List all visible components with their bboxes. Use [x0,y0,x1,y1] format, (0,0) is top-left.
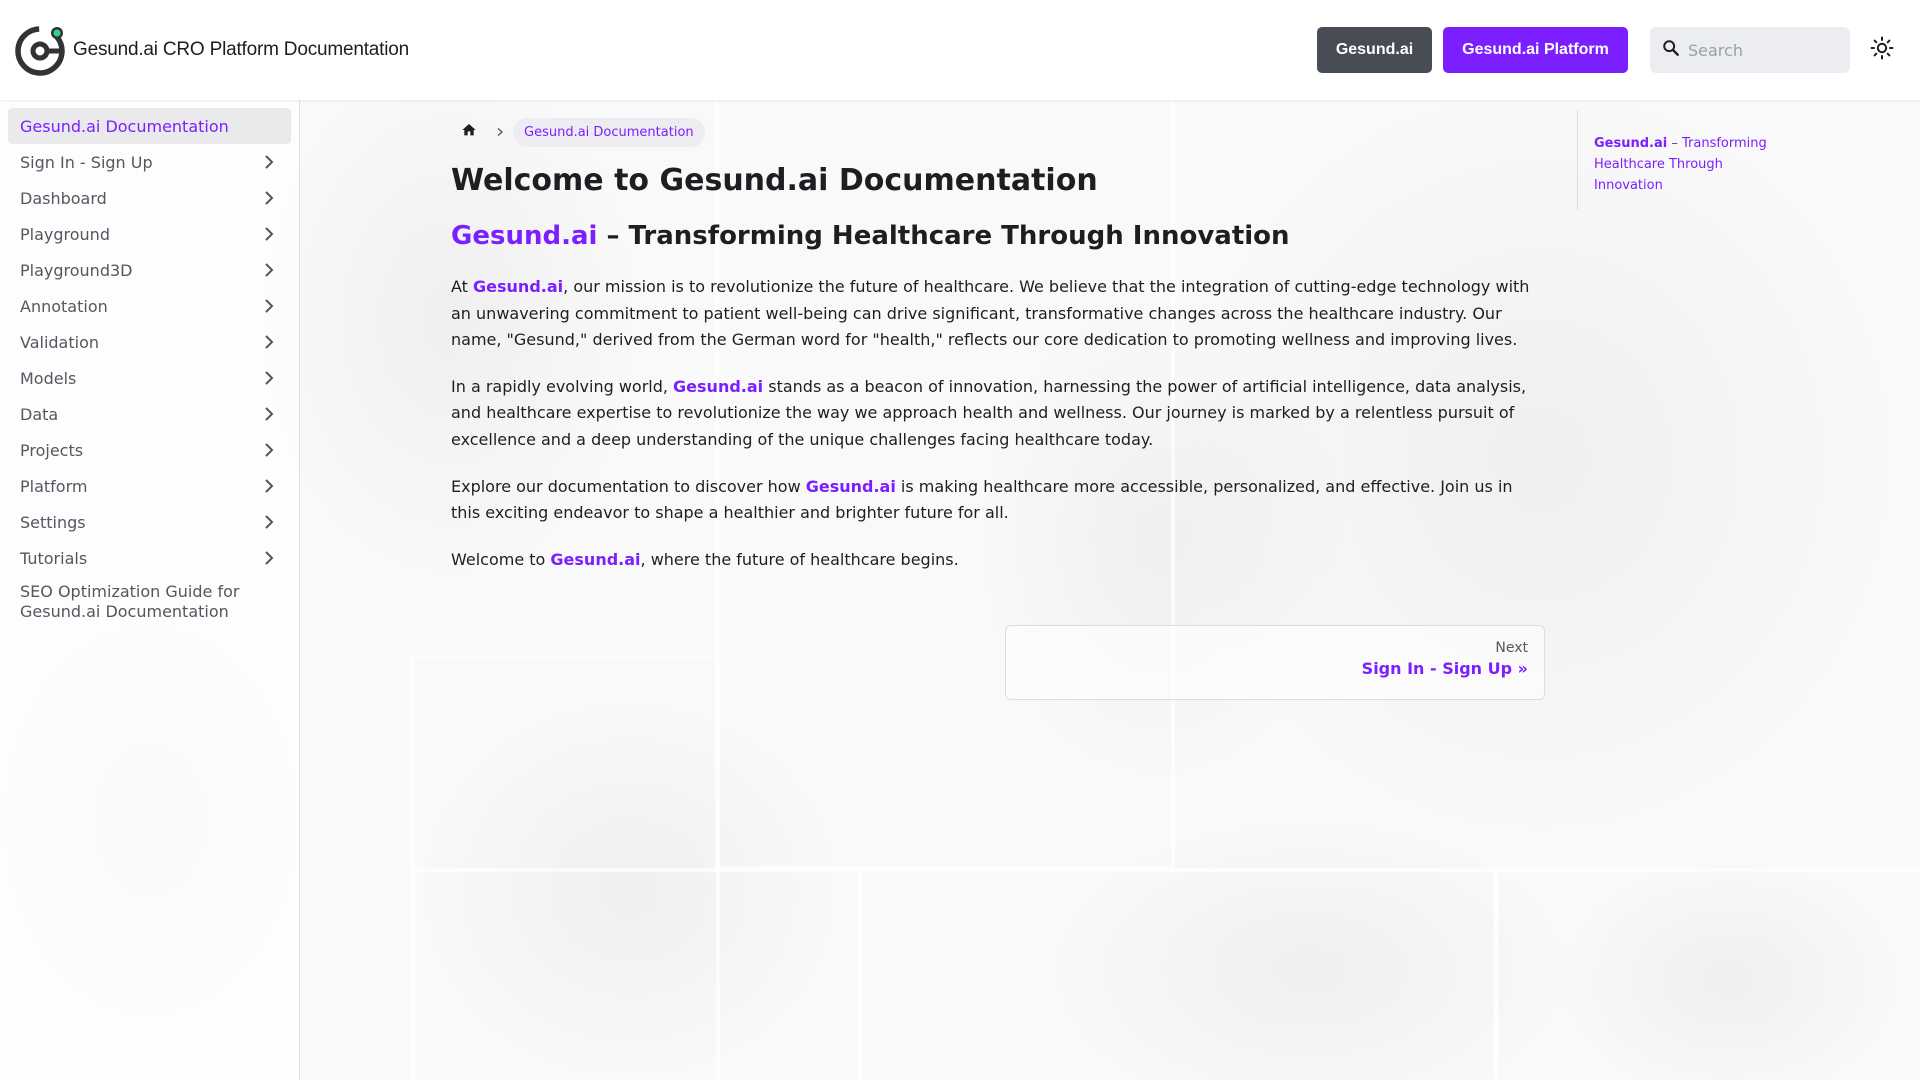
chevron-right-icon [487,127,513,137]
page-title: Welcome to Gesund.ai Documentation [451,163,1098,198]
sidebar-item-label: Data [20,404,59,424]
sidebar-item-label: Validation [20,332,100,352]
chevron-right-icon[interactable] [259,332,279,352]
sidebar-item-label: Playground [20,224,110,244]
chevron-right-icon[interactable] [259,260,279,280]
sidebar-item[interactable]: Validation [8,324,291,360]
sidebar-item-label: Projects [20,440,84,460]
sidebar-item[interactable]: Projects [8,432,291,468]
chevron-right-icon[interactable] [259,440,279,460]
search-icon [1662,39,1680,61]
sidebar-item[interactable]: SEO Optimization Guide for Gesund.ai Doc… [8,576,291,628]
theme-toggle-button[interactable] [1862,30,1902,70]
home-icon [461,122,477,142]
p4-brand: Gesund.ai [550,549,641,569]
next-page-title: Sign In - Sign Up » [1361,659,1528,679]
sidebar-item[interactable]: Models [8,360,291,396]
p2-text-a: In a rapidly evolving world, [451,376,674,396]
toc-brand: Gesund.ai [1594,136,1668,151]
sidebar-item-label: Settings [20,512,86,532]
doc-content: Gesund.ai Documentation Welcome to Gesun… [451,100,1545,701]
chevron-right-icon[interactable] [259,368,279,388]
sidebar-item[interactable]: Annotation [8,288,291,324]
top-navbar: Gesund.ai CRO Platform Documentation Ges… [0,0,1920,100]
sidebar-item[interactable]: Data [8,396,291,432]
sidebar-item[interactable]: Settings [8,504,291,540]
sidebar-item[interactable]: Dashboard [8,180,291,216]
sidebar-item[interactable]: Platform [8,468,291,504]
sidebar-item[interactable]: Playground3D [8,252,291,288]
gesund-ai-button[interactable]: Gesund.ai [1317,27,1432,73]
sidebar-item-label: Tutorials [20,548,88,568]
chevron-right-icon[interactable] [259,224,279,244]
intro-paragraph-4: Welcome to Gesund.ai, where the future o… [451,547,1545,574]
sidebar-item-label: Annotation [20,296,108,316]
p3-text-a: Explore our documentation to discover ho… [451,476,806,496]
chevron-right-icon[interactable] [259,296,279,316]
intro-paragraph-3: Explore our documentation to discover ho… [451,474,1545,527]
section-heading-brand: Gesund.ai [451,221,598,251]
chevron-right-icon[interactable] [259,152,279,172]
sidebar-item[interactable]: Sign In - Sign Up [8,144,291,180]
p1-text-b: , our mission is to revolutionize the fu… [451,277,1530,350]
breadcrumb: Gesund.ai Documentation [451,116,1545,148]
section-heading: Gesund.ai – Transforming Healthcare Thro… [451,218,1545,254]
sidebar-item-label: Models [20,368,77,388]
sidebar-item-label: Platform [20,476,88,496]
gesund-platform-button[interactable]: Gesund.ai Platform [1443,27,1628,73]
docs-sidebar: Gesund.ai Documentation Sign In - Sign Up… [0,100,300,1080]
section-heading-text: – Transforming Healthcare Through Innova… [597,221,1290,251]
intro-paragraph-1: At Gesund.ai, our mission is to revoluti… [451,274,1545,354]
p2-brand: Gesund.ai [673,376,764,396]
p1-brand: Gesund.ai [473,277,564,296]
sidebar-item-label: Playground3D [20,260,133,280]
intro-paragraph-2: In a rapidly evolving world, Gesund.ai s… [451,374,1545,454]
brand-link[interactable]: Gesund.ai CRO Platform Documentation [15,24,409,76]
search-box[interactable] [1650,27,1850,73]
sidebar-item-label: SEO Optimization Guide for Gesund.ai Doc… [20,582,240,621]
sun-icon [1870,36,1894,64]
p1-text-a: At [451,277,474,296]
breadcrumb-home-link[interactable] [451,116,487,148]
next-page-link[interactable]: Next Sign In - Sign Up » [1005,625,1545,701]
p4-text-b: , where the future of healthcare begins. [640,549,959,569]
sidebar-item-label: Dashboard [20,188,107,208]
p4-text-a: Welcome to [451,549,551,569]
next-page-sublabel: Next [1495,640,1528,657]
p3-brand: Gesund.ai [805,476,896,496]
sidebar-item[interactable]: Gesund.ai Documentation [8,108,291,144]
gesund-logo-icon [15,24,67,76]
sidebar-item-label: Sign In - Sign Up [20,152,153,172]
chevron-right-icon[interactable] [259,188,279,208]
sidebar-item[interactable]: Playground [8,216,291,252]
chevron-right-icon[interactable] [259,512,279,532]
sidebar-item-label: Gesund.ai Documentation [20,116,229,136]
toc-link-transforming-healthcare[interactable]: Gesund.ai – Transforming Healthcare Thro… [1594,133,1774,196]
chevron-right-icon[interactable] [259,404,279,424]
site-title: Gesund.ai CRO Platform Documentation [73,39,410,60]
table-of-contents: Gesund.ai – Transforming Healthcare Thro… [1577,110,1777,210]
chevron-right-icon[interactable] [259,476,279,496]
search-input[interactable] [1688,40,1848,60]
chevron-right-icon[interactable] [259,548,279,568]
breadcrumb-current: Gesund.ai Documentation [513,117,705,147]
sidebar-item[interactable]: Tutorials [8,540,291,576]
